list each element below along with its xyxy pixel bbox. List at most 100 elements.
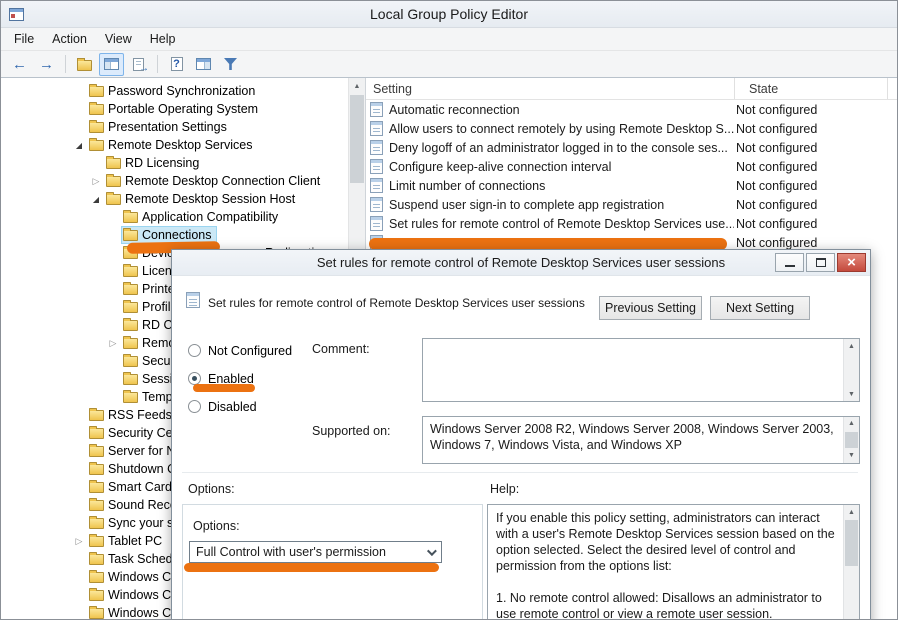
scroll-thumb[interactable]	[845, 520, 858, 566]
tree-item-body: Application Compatibility	[121, 208, 283, 226]
setting-name: Set rules for remote control of Remote D…	[389, 217, 734, 231]
forward-button[interactable]	[34, 53, 59, 76]
help-scrollbar[interactable]	[843, 505, 859, 620]
tree-item-remote-desktop-services[interactable]: Remote Desktop Services	[1, 136, 365, 154]
tree-expanded-icon[interactable]	[88, 195, 104, 204]
folder-icon	[123, 230, 138, 241]
previous-setting-button[interactable]: Previous Setting	[599, 296, 702, 320]
settings-row-4[interactable]: Configure keep-alive connection interval…	[366, 157, 897, 176]
tree-item-portable-operating-system[interactable]: Portable Operating System	[1, 100, 365, 118]
up-one-level-button[interactable]	[72, 53, 97, 76]
toolbar-separator	[65, 55, 66, 73]
radio-disabled[interactable]: Disabled	[188, 400, 292, 413]
folder-icon	[123, 374, 138, 385]
folder-icon	[123, 320, 138, 331]
tree-item-label: Portable Operating System	[108, 102, 258, 116]
tree-item-remote-desktop-session-host[interactable]: Remote Desktop Session Host	[1, 190, 365, 208]
folder-icon	[89, 464, 104, 475]
tree-item-presentation-settings[interactable]: Presentation Settings	[1, 118, 365, 136]
close-button[interactable]	[837, 253, 866, 272]
supported-on-label: Supported on:	[312, 424, 391, 438]
export-list-button[interactable]	[126, 53, 151, 76]
supported-on-scrollbar[interactable]	[843, 417, 859, 463]
tree-item-application-compatibility[interactable]: Application Compatibility	[1, 208, 365, 226]
scroll-up-icon[interactable]	[844, 505, 859, 519]
help-paragraph-1: If you enable this policy setting, admin…	[496, 510, 835, 574]
dialog-titlebar[interactable]: Set rules for remote control of Remote D…	[172, 250, 870, 276]
show-action-pane-button[interactable]	[191, 53, 216, 76]
filter-button[interactable]	[218, 53, 243, 76]
settings-row-5[interactable]: Limit number of connectionsNot configure…	[366, 176, 897, 195]
radio-button-icon[interactable]	[188, 344, 201, 357]
tree-collapsed-icon[interactable]	[105, 338, 121, 349]
tree-item-remote-desktop-connection-client[interactable]: Remote Desktop Connection Client	[1, 172, 365, 190]
settings-row-6[interactable]: Suspend user sign-in to complete app reg…	[366, 195, 897, 214]
maximize-button[interactable]	[806, 253, 835, 272]
scroll-down-icon[interactable]	[844, 449, 859, 463]
folder-icon	[123, 356, 138, 367]
comment-scrollbar[interactable]	[843, 339, 859, 401]
menu-file[interactable]: File	[5, 29, 43, 49]
window-title: Local Group Policy Editor	[1, 6, 897, 22]
menu-help[interactable]: Help	[141, 29, 185, 49]
setting-name: Configure keep-alive connection interval	[389, 160, 734, 174]
column-header-setting[interactable]: Setting	[366, 78, 735, 99]
dialog-title: Set rules for remote control of Remote D…	[317, 255, 725, 270]
policy-setting-icon	[370, 216, 383, 231]
folder-icon	[89, 536, 104, 547]
column-header-state[interactable]: State	[735, 78, 888, 99]
window-titlebar[interactable]: Local Group Policy Editor	[1, 1, 897, 28]
tree-item-label: Smart Card	[108, 480, 172, 494]
dialog-window-controls	[775, 253, 866, 272]
tree-collapsed-icon[interactable]	[71, 536, 87, 547]
help-paragraph-2: 1. No remote control allowed: Disallows …	[496, 590, 835, 620]
scroll-down-icon[interactable]	[844, 387, 859, 401]
supported-on-box: Windows Server 2008 R2, Windows Server 2…	[422, 416, 860, 464]
toolbar	[1, 51, 897, 78]
tree-collapsed-icon[interactable]	[88, 176, 104, 187]
radio-not-configured[interactable]: Not Configured	[188, 344, 292, 357]
tree-item-password-synchronization[interactable]: Password Synchronization	[1, 82, 365, 100]
radio-label: Not Configured	[208, 344, 292, 358]
folder-icon	[123, 302, 138, 313]
tree-item-rd-licensing[interactable]: RD Licensing	[1, 154, 365, 172]
tree-item-label: Application Compatibility	[142, 210, 278, 224]
tree-item-body: RSS Feeds	[87, 406, 177, 424]
scroll-up-icon[interactable]	[844, 417, 859, 431]
show-console-tree-icon	[104, 58, 119, 70]
settings-row-1[interactable]: Automatic reconnectionNot configured	[366, 100, 897, 119]
settings-row-2[interactable]: Allow users to connect remotely by using…	[366, 119, 897, 138]
scroll-up-icon[interactable]	[349, 78, 365, 94]
maximize-icon	[816, 258, 826, 267]
folder-icon	[89, 482, 104, 493]
next-setting-button[interactable]: Next Setting	[710, 296, 810, 320]
settings-row-3[interactable]: Deny logoff of an administrator logged i…	[366, 138, 897, 157]
back-button[interactable]	[7, 53, 32, 76]
settings-row-7[interactable]: Set rules for remote control of Remote D…	[366, 214, 897, 233]
show-console-tree-button[interactable]	[99, 53, 124, 76]
chevron-down-icon[interactable]	[421, 543, 440, 561]
menu-action[interactable]: Action	[43, 29, 96, 49]
settings-rows: Automatic reconnectionNot configuredAllo…	[366, 100, 897, 252]
minimize-button[interactable]	[775, 253, 804, 272]
scroll-up-icon[interactable]	[844, 339, 859, 353]
tree-item-label: Password Synchronization	[108, 84, 255, 98]
radio-button-icon[interactable]	[188, 400, 201, 413]
comment-input[interactable]	[422, 338, 860, 402]
menu-view[interactable]: View	[96, 29, 141, 49]
tree-item-body: Remote Desktop Session Host	[104, 190, 300, 208]
tree-item-label: RSS Feeds	[108, 408, 172, 422]
folder-icon	[123, 266, 138, 277]
tree-item-body: Smart Card	[87, 478, 177, 496]
setting-state: Not configured	[734, 160, 817, 174]
setting-name: Automatic reconnection	[389, 103, 734, 117]
scroll-thumb[interactable]	[845, 432, 858, 448]
options-dropdown-label: Options:	[193, 519, 240, 533]
tree-expanded-icon[interactable]	[71, 141, 87, 150]
tree-item-label: Remote Desktop Connection Client	[125, 174, 320, 188]
scroll-thumb[interactable]	[350, 95, 364, 183]
folder-icon	[123, 212, 138, 223]
help-button[interactable]	[164, 53, 189, 76]
remote-control-level-dropdown[interactable]: Full Control with user's permission	[189, 541, 442, 563]
dropdown-selected-value: Full Control with user's permission	[196, 545, 386, 559]
